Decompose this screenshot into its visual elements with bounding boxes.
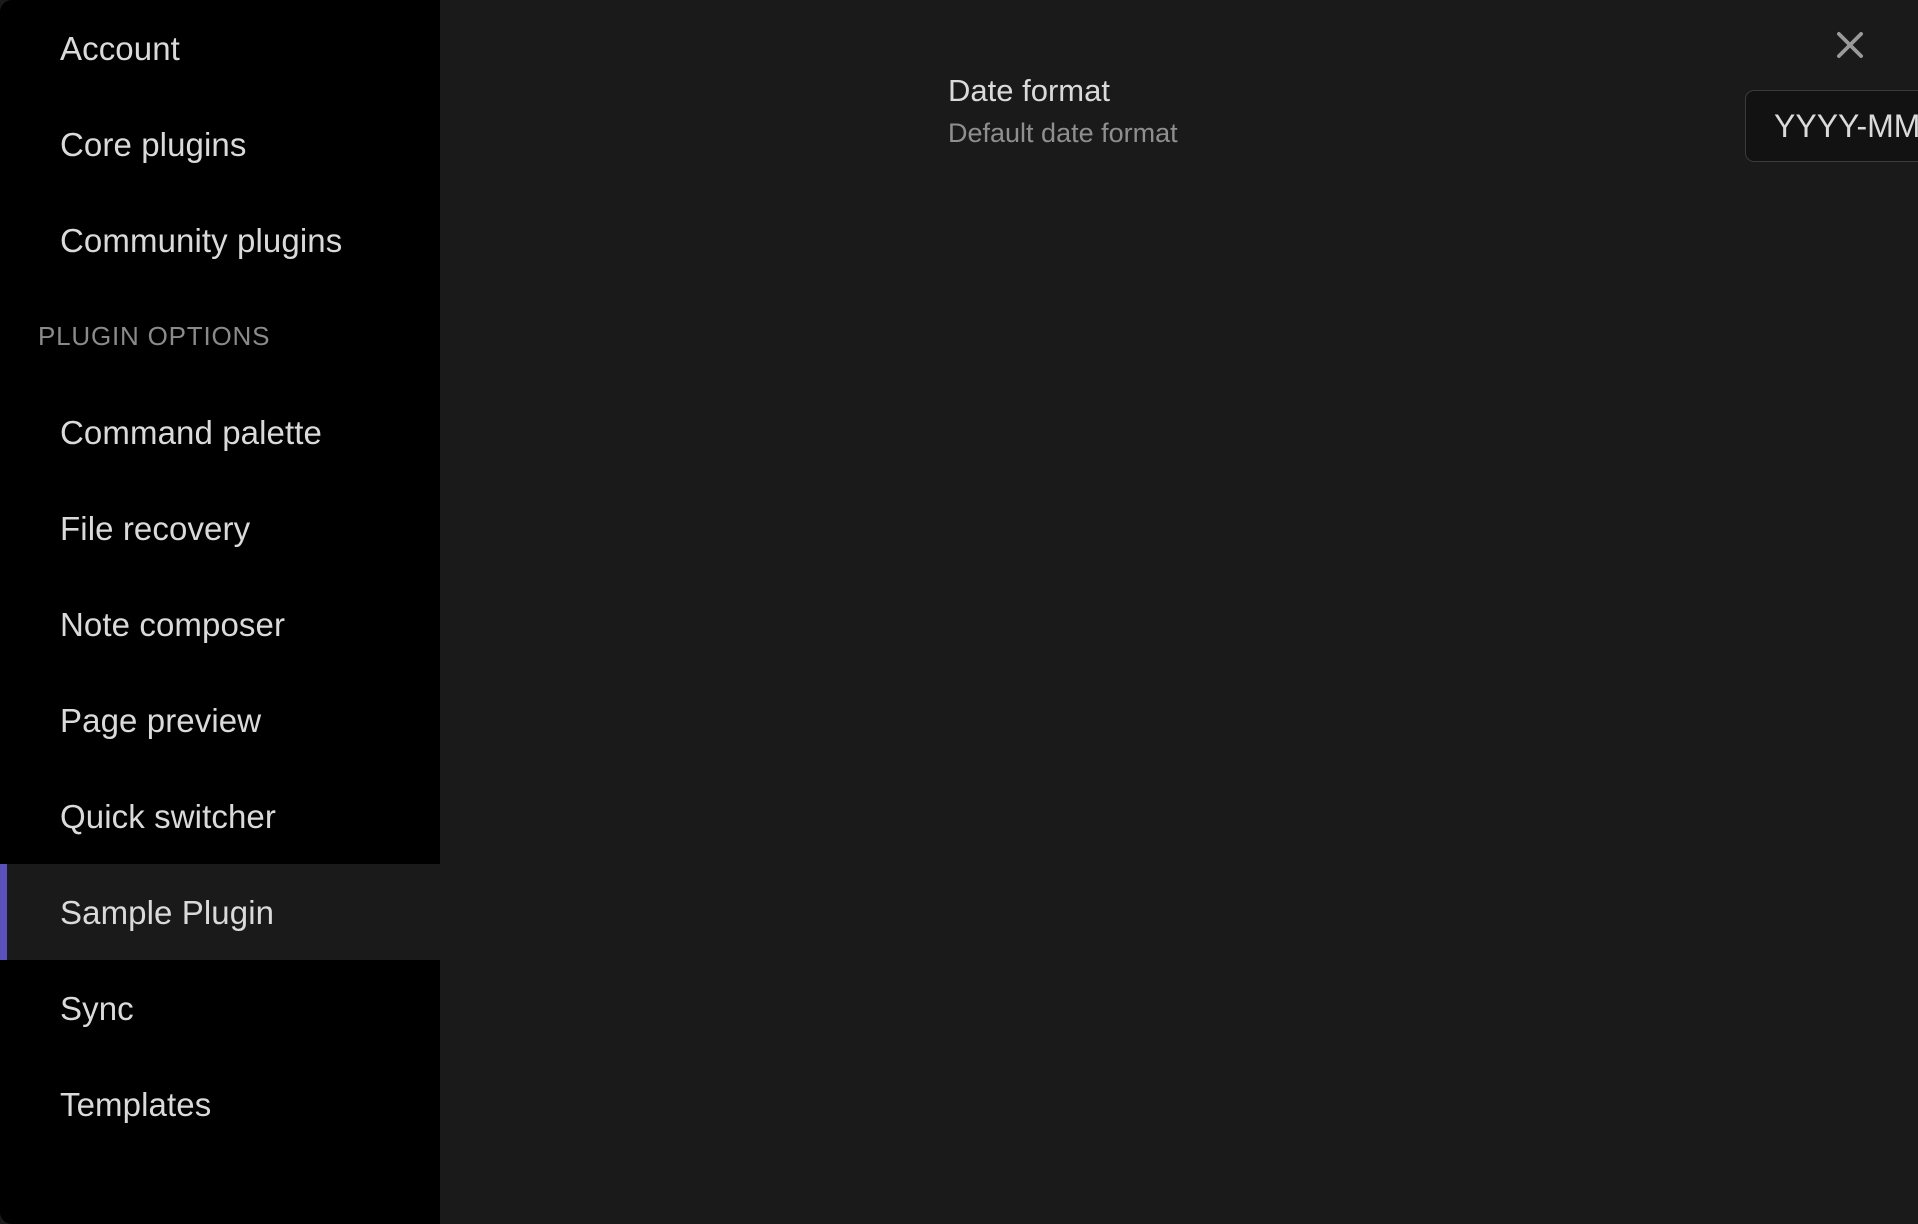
sidebar-item-label: Sync <box>60 989 134 1027</box>
sidebar-item-sync[interactable]: Sync <box>0 960 440 1056</box>
close-icon <box>1837 32 1863 58</box>
sidebar-item-note-composer[interactable]: Note composer <box>0 576 440 672</box>
setting-control-date-format <box>1745 90 1918 162</box>
sidebar-item-community-plugins[interactable]: Community plugins <box>0 192 440 288</box>
sidebar-item-label: Command palette <box>60 413 322 451</box>
sidebar-item-label: Templates <box>60 1085 212 1123</box>
sidebar-item-quick-switcher[interactable]: Quick switcher <box>0 768 440 864</box>
sidebar-group-general: Account Core plugins Community plugins <box>0 0 440 288</box>
sidebar-item-label: File recovery <box>60 509 251 547</box>
setting-info: Date format Default date format <box>948 70 1178 149</box>
sidebar-item-command-palette[interactable]: Command palette <box>0 384 440 480</box>
date-format-input[interactable] <box>1745 90 1918 162</box>
sidebar-heading-plugin-options: Plugin options <box>0 288 440 384</box>
settings-modal: Account Core plugins Community plugins P… <box>0 0 1918 1224</box>
settings-sidebar: Account Core plugins Community plugins P… <box>0 0 440 1224</box>
setting-name: Date format <box>948 73 1110 108</box>
sidebar-item-label: Note composer <box>60 605 286 643</box>
sidebar-item-label: Page preview <box>60 701 262 739</box>
sidebar-item-core-plugins[interactable]: Core plugins <box>0 96 440 192</box>
sidebar-item-label: Sample Plugin <box>60 893 275 931</box>
sidebar-item-templates[interactable]: Templates <box>0 1056 440 1152</box>
close-button[interactable] <box>1822 17 1878 73</box>
sidebar-item-label: Account <box>60 29 180 67</box>
sidebar-item-account[interactable]: Account <box>0 0 440 96</box>
sidebar-item-label: Core plugins <box>60 125 247 163</box>
setting-item-date-format: Date format Default date format <box>440 70 1918 166</box>
sidebar-item-sample-plugin[interactable]: Sample Plugin <box>0 864 440 960</box>
sidebar-heading-label: Plugin options <box>38 321 271 351</box>
sidebar-item-page-preview[interactable]: Page preview <box>0 672 440 768</box>
sidebar-item-label: Community plugins <box>60 221 343 259</box>
settings-main-panel: Date format Default date format <box>440 0 1918 1224</box>
settings-list: Date format Default date format <box>440 0 1918 166</box>
sidebar-item-file-recovery[interactable]: File recovery <box>0 480 440 576</box>
setting-description: Default date format <box>948 118 1178 149</box>
sidebar-group-plugin-options: Command palette File recovery Note compo… <box>0 384 440 1152</box>
sidebar-item-label: Quick switcher <box>60 797 276 835</box>
